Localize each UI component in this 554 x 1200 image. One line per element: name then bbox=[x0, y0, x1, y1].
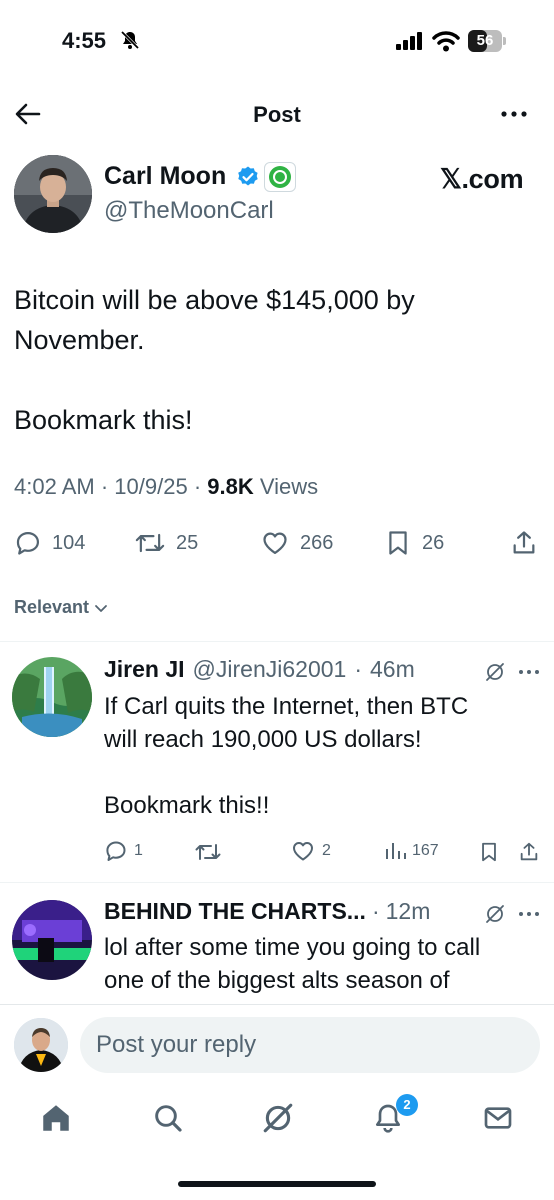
reply-views-button[interactable]: 167 bbox=[384, 839, 439, 863]
post-meta: 4:02 AM · 10/9/25 · 9.8K Views bbox=[14, 474, 319, 499]
battery-indicator: 56 bbox=[468, 30, 506, 52]
more-options-icon[interactable] bbox=[500, 102, 528, 126]
bell-muted-icon bbox=[120, 30, 140, 50]
share-icon[interactable] bbox=[518, 840, 540, 864]
reply-display-name[interactable]: Jiren JI bbox=[104, 656, 185, 683]
author-handle[interactable]: @TheMoonCarl bbox=[104, 197, 274, 225]
wifi-icon bbox=[432, 31, 460, 52]
views-label: Views bbox=[259, 474, 319, 499]
grok-icon[interactable] bbox=[484, 903, 506, 925]
more-options-icon[interactable] bbox=[518, 906, 540, 922]
page-title: Post bbox=[253, 102, 301, 127]
reply-input[interactable] bbox=[80, 1017, 540, 1073]
post-date: 10/9/25 bbox=[114, 474, 188, 499]
more-options-icon[interactable] bbox=[518, 664, 540, 680]
reply-count: 104 bbox=[52, 531, 86, 554]
repost-icon bbox=[135, 533, 165, 553]
tab-home[interactable] bbox=[36, 1098, 76, 1138]
bookmark-button[interactable]: 26 bbox=[384, 529, 444, 557]
sort-label: Relevant bbox=[14, 597, 90, 617]
analytics-icon bbox=[386, 843, 406, 859]
notifications-badge: 2 bbox=[396, 1094, 418, 1116]
post-time: 4:02 AM bbox=[14, 474, 95, 499]
bookmark-count: 26 bbox=[422, 531, 445, 554]
share-icon[interactable] bbox=[510, 529, 538, 557]
reply-header: Jiren JI @JirenJi62001 · 46m bbox=[104, 656, 415, 683]
heart-icon bbox=[263, 532, 287, 555]
reply-text: lol after some time you going to call on… bbox=[104, 934, 481, 994]
reply-header: BEHIND THE CHARTS... · 12m bbox=[104, 898, 431, 925]
sort-dropdown[interactable]: Relevant bbox=[14, 597, 109, 618]
battery-percent: 56 bbox=[476, 32, 494, 49]
verified-badge-icon bbox=[238, 166, 258, 186]
reply-icon bbox=[106, 841, 126, 861]
search-icon bbox=[155, 1105, 182, 1132]
post-text: Bitcoin will be above $145,000 by Novemb… bbox=[14, 285, 415, 435]
reply-like-button[interactable]: 2 bbox=[290, 839, 331, 863]
reply-icon bbox=[16, 531, 40, 555]
mail-icon bbox=[484, 1107, 512, 1129]
reply-view-count: 167 bbox=[412, 842, 439, 859]
reply-button[interactable]: 104 bbox=[14, 529, 85, 557]
tab-grok[interactable] bbox=[258, 1098, 298, 1138]
bookmark-icon bbox=[389, 531, 407, 555]
reply-reply-button[interactable]: 1 bbox=[104, 839, 143, 863]
repost-icon[interactable] bbox=[194, 840, 222, 864]
reply-like-count: 2 bbox=[322, 842, 331, 859]
my-avatar[interactable] bbox=[14, 1018, 68, 1072]
reply-avatar[interactable] bbox=[12, 900, 92, 980]
tab-search[interactable] bbox=[148, 1098, 188, 1138]
grok-icon[interactable] bbox=[484, 661, 506, 683]
repost-count: 25 bbox=[176, 531, 199, 554]
affiliate-badge-icon[interactable] bbox=[264, 162, 296, 192]
reply-avatar[interactable] bbox=[12, 657, 92, 737]
status-time: 4:55 bbox=[62, 28, 107, 53]
like-button[interactable]: 266 bbox=[260, 529, 333, 557]
source-label: 𝕏.com bbox=[440, 164, 524, 194]
like-count: 266 bbox=[300, 531, 334, 554]
cellular-signal-icon bbox=[396, 32, 422, 50]
reply-display-name[interactable]: BEHIND THE CHARTS... bbox=[104, 898, 366, 925]
tab-messages[interactable] bbox=[478, 1098, 518, 1138]
home-indicator bbox=[178, 1181, 376, 1187]
chevron-down-icon bbox=[95, 604, 107, 612]
reply-handle[interactable]: @JirenJi62001 bbox=[193, 656, 347, 683]
home-icon bbox=[43, 1105, 69, 1131]
grok-icon bbox=[263, 1103, 293, 1133]
reply-text: If Carl quits the Internet, then BTC wil… bbox=[104, 693, 469, 819]
views-count: 9.8K bbox=[207, 474, 254, 499]
reply-reply-count: 1 bbox=[134, 842, 143, 859]
bookmark-icon[interactable] bbox=[478, 840, 500, 864]
reply-time: 12m bbox=[385, 898, 431, 924]
divider bbox=[0, 882, 554, 883]
reply-time: 46m bbox=[370, 656, 415, 682]
divider bbox=[0, 641, 554, 642]
author-avatar[interactable] bbox=[14, 155, 92, 233]
repost-button[interactable]: 25 bbox=[134, 529, 198, 557]
author-display-name[interactable]: Carl Moon bbox=[104, 162, 226, 191]
heart-icon bbox=[293, 842, 313, 861]
